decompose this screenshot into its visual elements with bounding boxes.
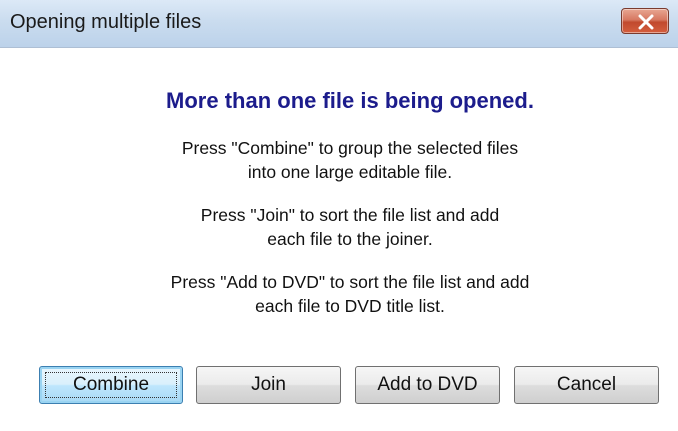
- combine-description-line: Press "Combine" to group the selected fi…: [181, 138, 519, 158]
- dialog-content: More than one file is being opened. Pres…: [0, 48, 678, 431]
- join-description: Press "Join" to sort the file list and a…: [0, 203, 678, 251]
- join-description-line: Press "Join" to sort the file list and a…: [200, 205, 500, 225]
- dialog-window: Opening multiple files More than one fil…: [0, 0, 678, 431]
- close-icon: [638, 14, 654, 30]
- window-title: Opening multiple files: [10, 11, 202, 33]
- combine-button-label: Combine: [72, 374, 150, 395]
- message-heading: More than one file is being opened.: [166, 88, 534, 113]
- add-to-dvd-button[interactable]: Add to DVD: [355, 366, 500, 404]
- join-description-line: each file to the joiner.: [267, 229, 433, 249]
- title-bar[interactable]: Opening multiple files: [0, 0, 678, 48]
- combine-button[interactable]: Combine: [39, 366, 183, 404]
- combine-description: Press "Combine" to group the selected fi…: [0, 136, 678, 184]
- dvd-description: Press "Add to DVD" to sort the file list…: [0, 270, 678, 318]
- combine-description-line: into one large editable file.: [247, 162, 453, 182]
- close-button[interactable]: [621, 8, 669, 34]
- join-button[interactable]: Join: [196, 366, 341, 404]
- dvd-description-line: each file to DVD title list.: [255, 296, 445, 316]
- cancel-button[interactable]: Cancel: [514, 366, 659, 404]
- dvd-description-line: Press "Add to DVD" to sort the file list…: [170, 272, 530, 292]
